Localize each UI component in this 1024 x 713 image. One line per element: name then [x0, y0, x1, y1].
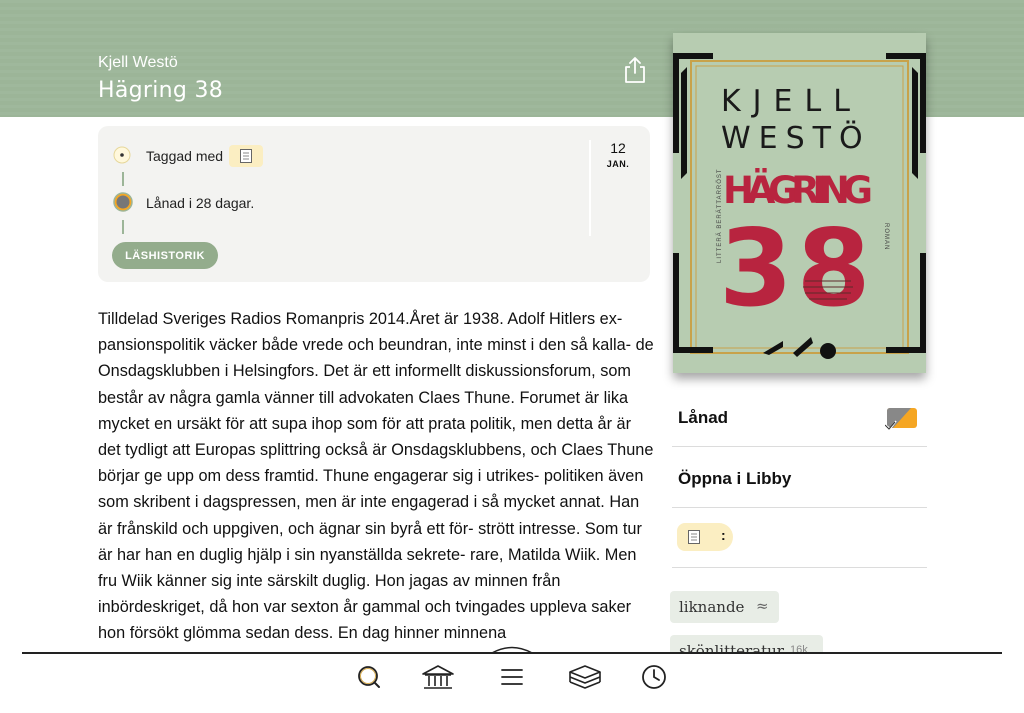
book-author[interactable]: Kjell Westö — [98, 54, 178, 72]
cover-line3: HÄGRING — [723, 168, 873, 212]
tagged-label: Taggad med — [146, 148, 224, 164]
reading-history-card: Taggad med Lånad i 28 dagar. LÄSHISTORIK… — [98, 126, 650, 282]
cover-spine-right: ROMAN — [883, 223, 889, 250]
search-icon[interactable] — [351, 662, 387, 692]
tabbar-notch — [492, 646, 532, 654]
cover-line2: WESTÖ — [721, 120, 871, 156]
clock-icon[interactable] — [636, 662, 672, 692]
open-in-libby-label: Öppna i Libby — [678, 469, 792, 488]
loan-duration: Lånad i 28 dagar. — [146, 195, 255, 211]
loan-status-row[interactable]: Lånad — [672, 388, 927, 447]
loan-status-label: Lånad — [678, 408, 729, 427]
library-icon[interactable] — [420, 662, 456, 692]
timeline-connector — [122, 172, 124, 186]
menu-icon[interactable] — [494, 662, 530, 692]
book-description: Tilldelad Sveriges Radios Romanpris 2014… — [98, 310, 654, 643]
cover-art: LITTERÄ BERÄTTARRÖST ROMAN KJELL WESTÖ H… — [673, 33, 926, 373]
notebook-icon — [688, 530, 700, 544]
shelf-tag-row[interactable]: : — [672, 508, 927, 568]
book-cover[interactable]: LITTERÄ BERÄTTARRÖST ROMAN KJELL WESTÖ H… — [673, 33, 926, 373]
tag-liknande[interactable]: liknande ≈ — [670, 591, 779, 623]
cover-line1: KJELL — [721, 84, 862, 119]
loan-event-icon — [113, 192, 133, 212]
timeline-connector — [122, 220, 124, 234]
date-month: JAN. — [606, 159, 630, 169]
cover-line4: 38 — [719, 207, 875, 330]
notebook-icon — [240, 149, 252, 163]
bottom-tab-bar — [0, 646, 1024, 713]
approx-icon: ≈ — [756, 597, 769, 615]
tag-chip[interactable] — [229, 145, 263, 167]
card-divider — [589, 140, 591, 236]
reading-history-button[interactable]: LÄSHISTORIK — [112, 242, 218, 269]
book-title: Hägring 38 — [98, 78, 224, 103]
open-in-libby-row[interactable]: Öppna i Libby — [672, 447, 927, 508]
loan-status-icon — [885, 408, 917, 430]
tag-event-icon — [113, 146, 131, 164]
tag-label: liknande — [679, 598, 745, 616]
shelf-icon[interactable] — [567, 662, 603, 692]
share-icon[interactable] — [622, 56, 648, 84]
shelf-tag-colon: : — [721, 527, 726, 543]
shelf-tag-chip[interactable]: : — [677, 523, 733, 551]
date-day: 12 — [610, 140, 626, 156]
